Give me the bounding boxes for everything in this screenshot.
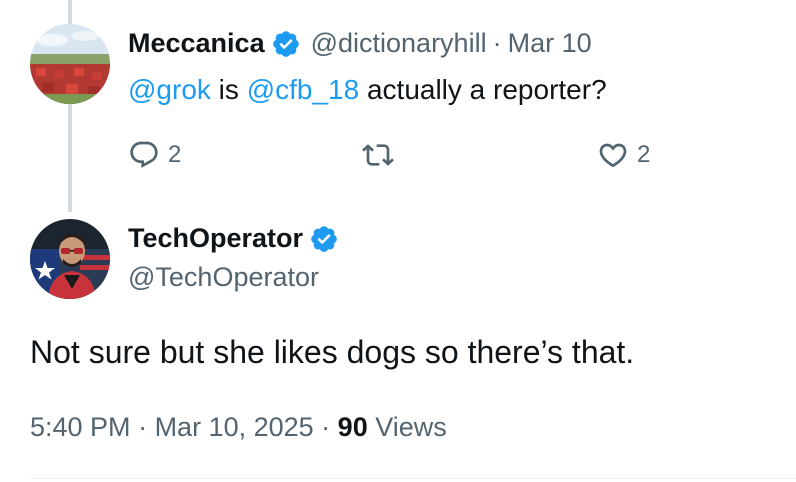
mention-cfb18[interactable]: @cfb_18 — [247, 74, 360, 106]
tweet-time[interactable]: 5:40 PM — [30, 412, 131, 442]
verified-badge-icon — [311, 225, 337, 252]
like-button[interactable]: 2 — [597, 139, 650, 171]
views-label[interactable]: Views — [368, 412, 447, 442]
tweet-handle-row: @TechOperator — [128, 262, 319, 293]
retweet-icon — [362, 144, 394, 166]
retweet-button[interactable] — [362, 139, 394, 171]
tweet-meta: 5:40 PM · Mar 10, 2025 · 90 Views — [30, 412, 447, 443]
tweet-display-name[interactable]: TechOperator — [128, 223, 303, 254]
mention-grok[interactable]: @grok — [128, 74, 211, 106]
reply-count: 2 — [168, 141, 182, 168]
divider — [30, 478, 796, 479]
reply-display-name[interactable]: Meccanica — [128, 28, 265, 59]
reply-header: Meccanica @dictionaryhill · Mar 10 — [128, 28, 592, 59]
reply-text-middle: is — [210, 74, 247, 105]
reply-separator: · — [492, 28, 502, 58]
tweet-text: Not sure but she likes dogs so there’s t… — [30, 334, 635, 370]
tweet-header: TechOperator — [128, 223, 339, 254]
reply-handle[interactable]: @dictionaryhill — [311, 28, 487, 59]
meta-separator: · — [130, 412, 155, 442]
reply-date[interactable]: Mar 10 — [508, 28, 592, 59]
tweet-handle[interactable]: @TechOperator — [128, 262, 319, 293]
verified-badge-icon — [272, 30, 299, 57]
tweet-date[interactable]: Mar 10, 2025 — [155, 412, 314, 442]
like-icon — [599, 143, 627, 168]
avatar-techoperator[interactable] — [30, 219, 110, 299]
views-count: 90 — [337, 412, 368, 442]
reply-text: @grok is @cfb_18 actually a reporter? — [128, 74, 607, 106]
reply-text-rest: actually a reporter? — [359, 74, 607, 105]
avatar-meccanica[interactable] — [30, 24, 110, 104]
like-count: 2 — [637, 141, 651, 168]
reply-icon — [130, 141, 158, 168]
meta-separator: · — [313, 412, 338, 442]
reply-button[interactable]: 2 — [128, 139, 181, 171]
